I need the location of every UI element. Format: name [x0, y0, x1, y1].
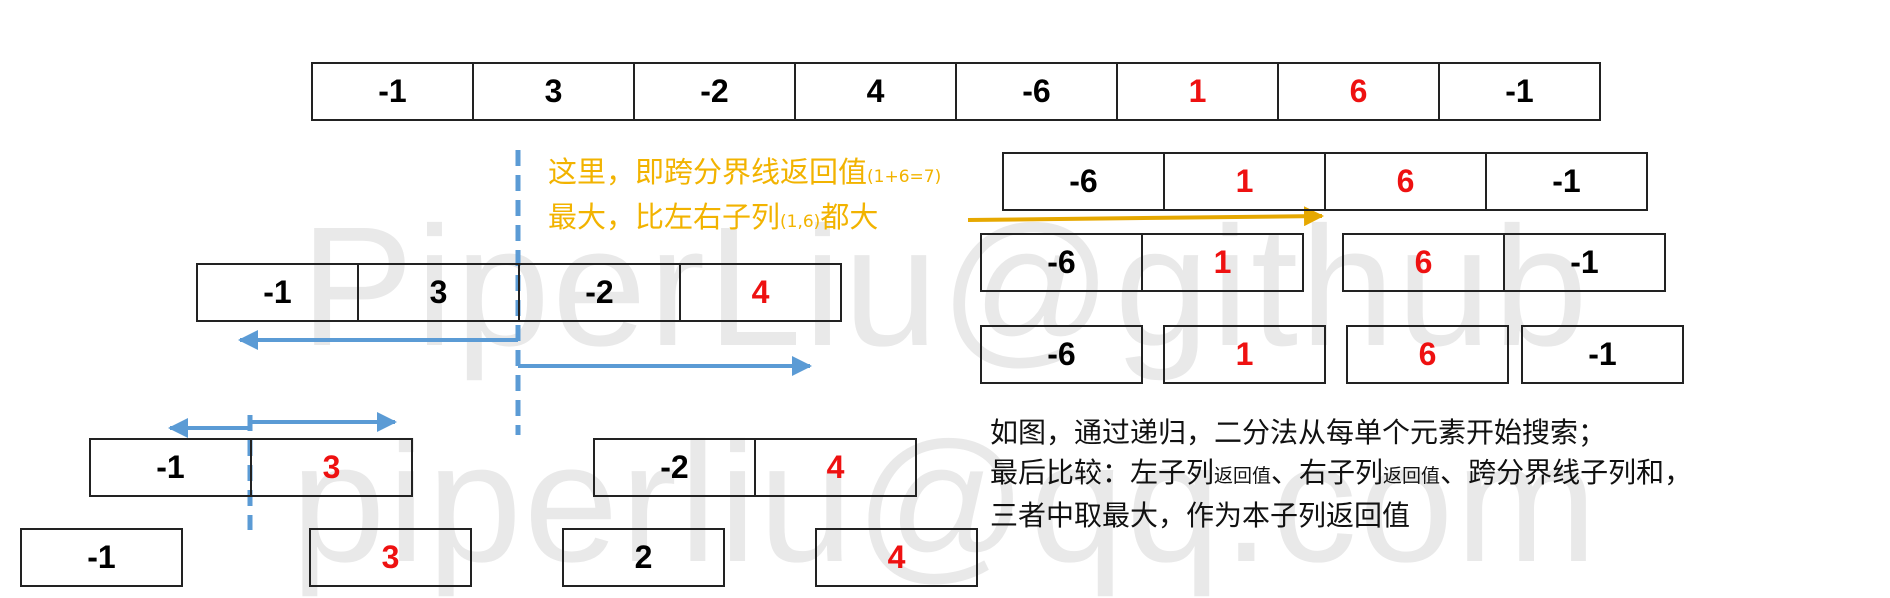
array-cell: -1 [196, 263, 359, 322]
annotation-pointer-arrow [967, 206, 1324, 227]
array-cell: -1 [1485, 152, 1648, 211]
array-cell: -1 [1521, 325, 1684, 384]
crossing-sum-annotation: 这里，即跨分界线返回值(1+6=7) 最大，比左右子列(1,6)都大 [548, 152, 941, 242]
array-cell: -2 [593, 438, 756, 497]
right-quarter-array-a: -6 1 [980, 233, 1304, 292]
array-cell: 4 [815, 528, 978, 587]
left-half-array: -1 3 -2 4 [196, 263, 842, 322]
algorithm-description: 如图，通过递归，二分法从每单个元素开始搜索； 最后比较：左子列返回值、右子列返回… [990, 413, 1692, 536]
left-single-elements: -1 3 2 4 [20, 528, 978, 587]
left-quarter-array-a: -1 3 [89, 438, 413, 497]
array-cell: -6 [980, 325, 1143, 384]
top-array: -1 3 -2 4 -6 1 6 -1 [311, 62, 1601, 121]
annotation-line-2: 最大，比左右子列(1,6)都大 [548, 200, 879, 234]
array-cell: -1 [20, 528, 183, 587]
right-quarter-array-b: 6 -1 [1342, 233, 1666, 292]
array-cell: -6 [1002, 152, 1165, 211]
array-cell: -1 [1503, 233, 1666, 292]
array-cell: 1 [1141, 233, 1304, 292]
array-cell: 6 [1342, 233, 1505, 292]
array-cell: 1 [1163, 152, 1326, 211]
annotation-line-1: 这里，即跨分界线返回值(1+6=7) [548, 155, 942, 189]
array-cell: 3 [309, 528, 472, 587]
array-cell: -2 [518, 263, 681, 322]
array-cell: 4 [679, 263, 842, 322]
left-quarter-array-b: -2 4 [593, 438, 917, 497]
description-line-2: 最后比较：左子列返回值、右子列返回值、跨分界线子列和， [990, 456, 1693, 489]
array-cell: -1 [89, 438, 252, 497]
array-cell: 3 [472, 62, 635, 121]
array-cell: 6 [1346, 325, 1509, 384]
description-line-1: 如图，通过递归，二分法从每单个元素开始搜索； [990, 416, 1607, 449]
array-cell: 6 [1277, 62, 1440, 121]
right-half-array: -6 1 6 -1 [1002, 152, 1648, 211]
array-cell: 3 [250, 438, 413, 497]
array-cell: -1 [1438, 62, 1601, 121]
array-cell: -6 [955, 62, 1118, 121]
array-cell: 6 [1324, 152, 1487, 211]
array-cell: 1 [1116, 62, 1279, 121]
array-cell: 1 [1163, 325, 1326, 384]
array-cell: -1 [311, 62, 474, 121]
description-line-3: 三者中取最大，作为本子列返回值 [990, 499, 1411, 532]
array-cell: 3 [357, 263, 520, 322]
array-cell: 2 [562, 528, 725, 587]
array-cell: -2 [633, 62, 796, 121]
array-cell: 4 [794, 62, 957, 121]
right-single-elements: -6 1 6 -1 [980, 325, 1684, 384]
array-cell: -6 [980, 233, 1143, 292]
array-cell: 4 [754, 438, 917, 497]
